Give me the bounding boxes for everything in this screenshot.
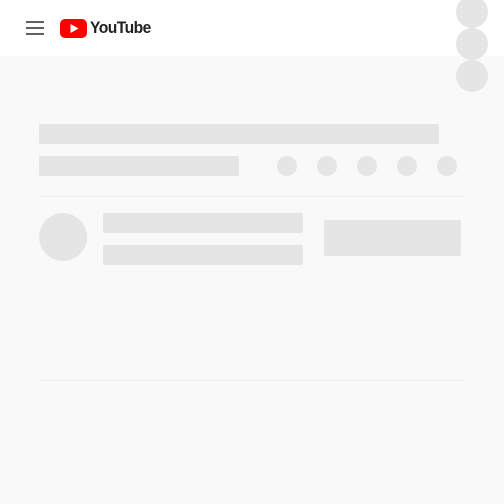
placeholder-circle-icon[interactable] [397, 156, 417, 176]
placeholder-circle-icon[interactable] [456, 28, 488, 60]
title-placeholder [39, 124, 439, 144]
placeholder-circle-icon[interactable] [317, 156, 337, 176]
placeholder-circle-icon[interactable] [437, 156, 457, 176]
masthead: YouTube [0, 0, 504, 56]
channel-avatar-placeholder[interactable] [39, 213, 87, 261]
hamburger-menu-icon[interactable] [24, 18, 48, 38]
logo-text: YouTube [90, 18, 151, 37]
divider [39, 380, 464, 381]
subscribe-button-placeholder[interactable] [324, 220, 461, 256]
subscriber-count-placeholder [103, 245, 303, 265]
placeholder-circle-icon[interactable] [357, 156, 377, 176]
placeholder-circle-icon[interactable] [456, 60, 488, 92]
youtube-play-icon [60, 18, 87, 38]
view-count-placeholder [39, 156, 239, 176]
youtube-loading-page: YouTube [0, 0, 504, 504]
placeholder-circle-icon[interactable] [277, 156, 297, 176]
channel-name-placeholder [103, 213, 303, 233]
divider [39, 196, 464, 197]
youtube-logo[interactable]: YouTube [60, 16, 156, 40]
